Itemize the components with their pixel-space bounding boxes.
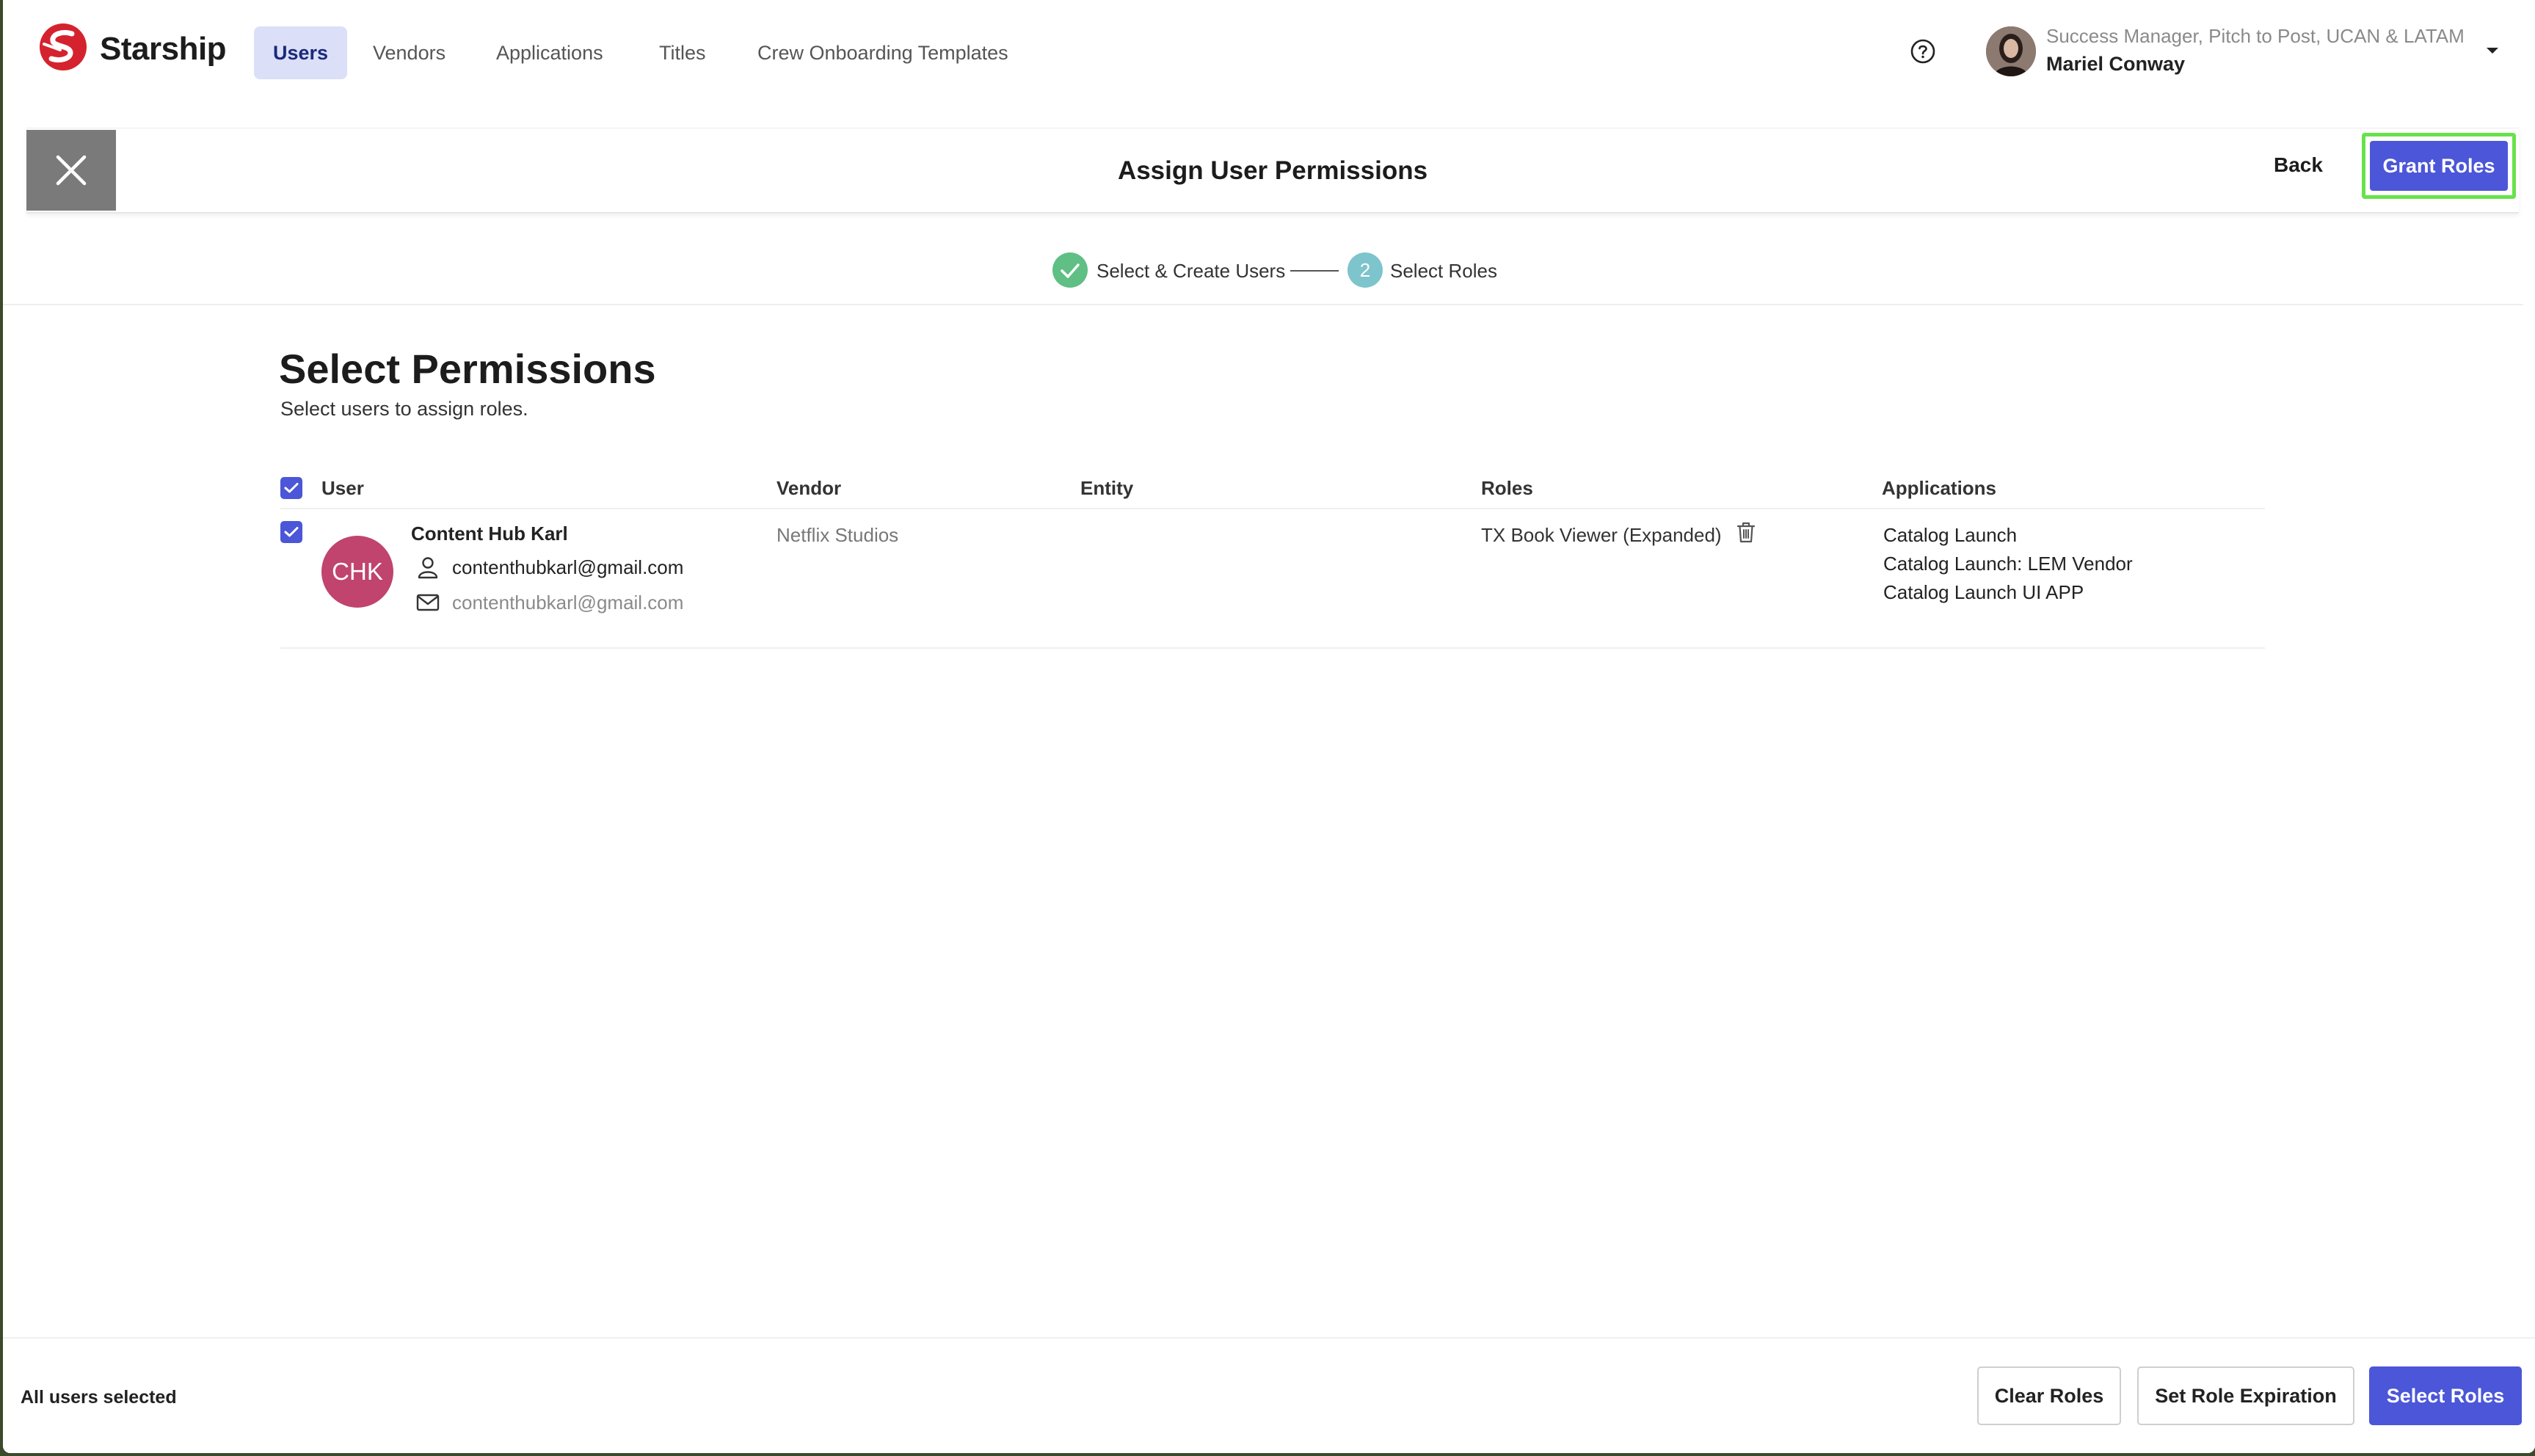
row-application: Catalog Launch — [1883, 524, 2018, 546]
footer-bar: All users selected Clear Roles Set Role … — [3, 1337, 2535, 1453]
nav-tab-users[interactable]: Users — [254, 26, 348, 79]
table-row-divider — [280, 647, 2265, 649]
grant-roles-highlight: Grant Roles — [2362, 133, 2516, 199]
page-header-title: Assign User Permissions — [1117, 156, 1428, 185]
select-roles-button[interactable]: Select Roles — [2369, 1366, 2522, 1425]
column-header-roles: Roles — [1481, 477, 1533, 499]
brand-name[interactable]: Starship — [100, 31, 227, 68]
user-avatar[interactable] — [1986, 26, 2036, 76]
back-button[interactable]: Back — [2274, 153, 2323, 177]
assign-permissions-header: Assign User Permissions Back Grant Roles — [26, 128, 2519, 214]
user-photo-icon — [1986, 26, 2036, 76]
starship-logo-icon[interactable] — [38, 22, 88, 72]
table-header-divider — [280, 508, 2265, 509]
row-application: Catalog Launch: LEM Vendor — [1883, 553, 2133, 575]
row-vendor: Netflix Studios — [776, 524, 899, 546]
person-icon — [418, 557, 438, 579]
row-select-checkbox[interactable] — [280, 521, 302, 543]
nav-tab-crew-onboarding-templates[interactable]: Crew Onboarding Templates — [738, 26, 1028, 79]
column-header-entity: Entity — [1080, 477, 1134, 499]
app-window: Starship Users Vendors Applications Titl… — [3, 0, 2535, 1453]
nav-tab-applications[interactable]: Applications — [477, 26, 622, 79]
row-username: contenthubkarl@gmail.com — [452, 556, 684, 578]
step-complete-check-icon — [1052, 252, 1088, 288]
question-circle-icon[interactable] — [1910, 38, 1936, 65]
set-role-expiration-button[interactable]: Set Role Expiration — [2137, 1366, 2354, 1425]
divider — [3, 304, 2523, 305]
trash-icon[interactable] — [1734, 520, 1759, 545]
check-icon — [284, 483, 299, 493]
caret-down-icon[interactable] — [2485, 46, 2500, 56]
select-all-checkbox[interactable] — [280, 477, 302, 499]
grant-roles-button[interactable]: Grant Roles — [2370, 141, 2508, 191]
step-connector — [1290, 270, 1339, 272]
nav-tab-titles[interactable]: Titles — [640, 26, 725, 79]
step-label-select-roles: Select Roles — [1390, 260, 1497, 282]
progress-stepper: Select & Create Users 2 Select Roles — [3, 252, 2535, 289]
step-label-select-create-users: Select & Create Users — [1096, 260, 1286, 282]
step-number-badge: 2 — [1347, 252, 1383, 288]
section-title: Select Permissions — [279, 346, 656, 392]
user-name[interactable]: Mariel Conway — [2046, 53, 2185, 76]
selection-status: All users selected — [21, 1387, 177, 1408]
column-header-vendor: Vendor — [776, 477, 842, 499]
clear-roles-button[interactable]: Clear Roles — [1977, 1366, 2121, 1425]
user-initials-avatar: CHK — [321, 536, 393, 608]
nav-tab-vendors[interactable]: Vendors — [354, 26, 465, 79]
mail-icon — [416, 594, 440, 611]
top-navigation: Starship Users Vendors Applications Titl… — [3, 0, 2535, 107]
row-user-name: Content Hub Karl — [411, 523, 568, 545]
row-application: Catalog Launch UI APP — [1883, 581, 2084, 603]
row-role: TX Book Viewer (Expanded) — [1481, 524, 1722, 546]
section-subtitle: Select users to assign roles. — [280, 398, 528, 420]
check-icon — [284, 527, 299, 537]
column-header-user: User — [321, 477, 364, 499]
column-header-applications: Applications — [1882, 477, 1997, 499]
row-email: contenthubkarl@gmail.com — [452, 592, 684, 614]
user-role[interactable]: Success Manager, Pitch to Post, UCAN & L… — [2046, 25, 2465, 48]
